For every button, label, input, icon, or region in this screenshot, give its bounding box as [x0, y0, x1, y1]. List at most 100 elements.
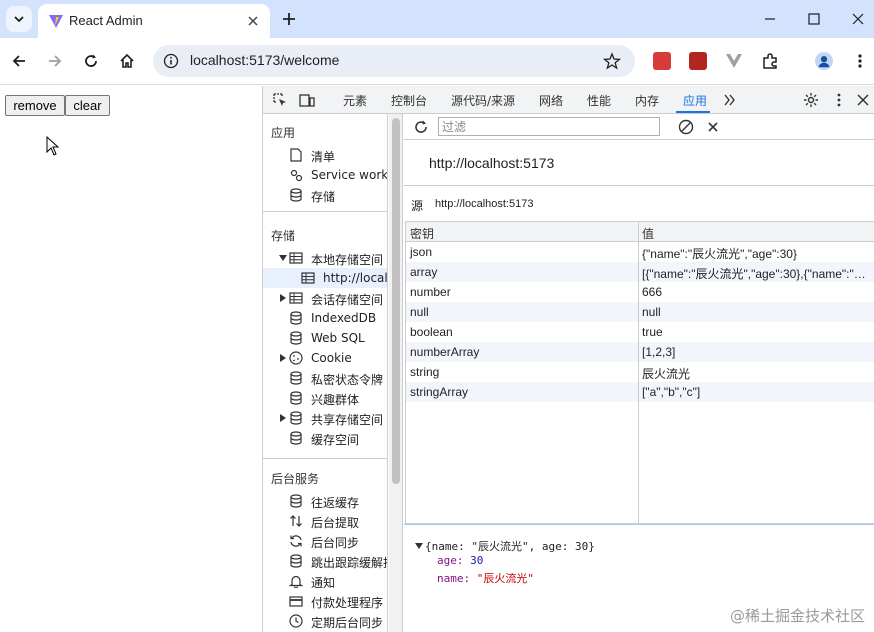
database-icon: [290, 494, 302, 508]
close-devtools-icon[interactable]: [855, 92, 871, 108]
back-arrow-icon[interactable]: [10, 52, 28, 70]
settings-gear-icon[interactable]: [803, 92, 819, 108]
extensions-puzzle-icon[interactable]: [761, 52, 779, 70]
tab-network[interactable]: 网络: [539, 92, 563, 109]
sidebar-item-local-storage[interactable]: 本地存储空间: [263, 248, 387, 268]
reload-icon[interactable]: [82, 52, 100, 70]
sidebar-item-cache-storage[interactable]: 缓存空间: [263, 428, 387, 448]
inspect-element-icon[interactable]: [272, 92, 288, 108]
sidebar-item-service-workers[interactable]: Service workers: [263, 165, 387, 185]
gears-icon: [290, 169, 303, 182]
cookie-icon: [289, 351, 303, 365]
address-bar[interactable]: localhost:5173/welcome: [153, 45, 635, 77]
sidebar-item-bounce-tracking[interactable]: 跳出跟踪缓解措施: [263, 551, 387, 571]
devtools-menu-icon[interactable]: [831, 92, 847, 108]
up-down-arrows-icon: [290, 515, 302, 527]
sidebar-item-background-sync[interactable]: 后台同步: [263, 531, 387, 551]
sidebar-item-indexeddb[interactable]: IndexedDB: [263, 308, 387, 328]
tab-application[interactable]: 应用: [683, 92, 707, 109]
sidebar-scrollbar-thumb[interactable]: [392, 118, 400, 484]
sidebar-item-payment-handler[interactable]: 付款处理程序: [263, 591, 387, 611]
sidebar-item-web-sql[interactable]: Web SQL: [263, 328, 387, 348]
sidebar-item-periodic-sync[interactable]: 定期后台同步: [263, 611, 387, 631]
sidebar-item-shared-storage[interactable]: 共享存储空间: [263, 408, 387, 428]
filter-input[interactable]: [438, 117, 660, 136]
grid-column-divider[interactable]: [638, 222, 639, 523]
table-row[interactable]: string 辰火流光: [406, 362, 874, 382]
more-tabs-chevron-icon[interactable]: [723, 94, 737, 106]
tab-console[interactable]: 控制台: [391, 92, 427, 109]
table-row[interactable]: numberArray [1,2,3]: [406, 342, 874, 362]
minimize-icon[interactable]: [761, 10, 779, 28]
section-title-storage: 存储: [271, 229, 296, 243]
expanded-triangle-icon[interactable]: [415, 542, 423, 550]
section-title-background-services: 后台服务: [271, 472, 320, 486]
clear-all-icon[interactable]: [678, 119, 694, 135]
database-icon: [290, 371, 302, 385]
storage-main-panel: http://localhost:5173 源 http://localhost…: [404, 114, 874, 632]
collapsed-triangle-icon[interactable]: [279, 414, 287, 422]
tab-elements[interactable]: 元素: [343, 92, 367, 109]
close-icon[interactable]: [246, 14, 260, 28]
collapsed-triangle-icon[interactable]: [279, 294, 287, 302]
chevron-down-icon: [14, 16, 24, 23]
delete-selected-icon[interactable]: [706, 120, 720, 134]
sidebar-item-background-fetch[interactable]: 后台提取: [263, 511, 387, 531]
window-close-icon[interactable]: [849, 10, 867, 28]
sidebar-scrollbar[interactable]: [389, 114, 403, 632]
table-icon: [289, 292, 303, 304]
expanded-triangle-icon[interactable]: [279, 254, 287, 262]
bell-icon: [289, 575, 303, 588]
sidebar-item-interest-groups[interactable]: 兴趣群体: [263, 388, 387, 408]
new-tab-icon[interactable]: [280, 10, 298, 28]
profile-avatar-icon[interactable]: [815, 52, 833, 70]
table-row[interactable]: boolean true: [406, 322, 874, 342]
sidebar-item-localhost-origin[interactable]: http://localhost:5173: [263, 268, 387, 288]
browser-tab-active[interactable]: React Admin: [38, 4, 270, 38]
tab-sources[interactable]: 源代码/来源: [451, 92, 515, 109]
tab-search-button[interactable]: [6, 6, 32, 32]
url-text[interactable]: localhost:5173/welcome: [190, 52, 339, 68]
column-header-key[interactable]: 密钥: [410, 225, 434, 242]
table-row[interactable]: number 666: [406, 282, 874, 302]
origin-label: 源: [411, 199, 424, 213]
sidebar-item-storage[interactable]: 存储: [263, 185, 387, 205]
table-row[interactable]: stringArray ["a","b","c"]: [406, 382, 874, 402]
preview-summary[interactable]: {name: "辰火流光", age: 30}: [425, 538, 595, 554]
translate-extension-icon[interactable]: [653, 52, 671, 70]
forward-arrow-icon[interactable]: [46, 52, 64, 70]
sidebar-item-notifications[interactable]: 通知: [263, 571, 387, 591]
table-row[interactable]: null null: [406, 302, 874, 322]
column-header-value[interactable]: 值: [642, 225, 654, 242]
info-icon[interactable]: [163, 53, 179, 69]
sidebar-item-private-state-tokens[interactable]: 私密状态令牌: [263, 368, 387, 388]
devtools-panel: 元素 控制台 源代码/来源 网络 性能 内存 应用 应用 清单 Service …: [262, 86, 874, 632]
page-content: remove clear: [0, 86, 262, 632]
sidebar-item-session-storage[interactable]: 会话存储空间: [263, 288, 387, 308]
origin-title: http://localhost:5173: [429, 155, 555, 171]
collapsed-triangle-icon[interactable]: [279, 354, 287, 362]
refresh-icon[interactable]: [413, 119, 429, 135]
tab-performance[interactable]: 性能: [587, 92, 611, 109]
sidebar-item-back-forward-cache[interactable]: 往返缓存: [263, 491, 387, 511]
table-row[interactable]: json {"name":"辰火流光","age":30}: [406, 242, 874, 262]
origin-header: http://localhost:5173: [404, 140, 874, 186]
section-title-application: 应用: [271, 126, 296, 140]
origin-value: http://localhost:5173: [435, 198, 534, 210]
vue-devtools-extension-icon[interactable]: [725, 52, 743, 70]
sidebar-item-manifest[interactable]: 清单: [263, 145, 387, 165]
more-vertical-icon[interactable]: [851, 52, 869, 70]
table-row[interactable]: array [{"name":"辰火流光","age":30},{"name":"…: [406, 262, 874, 282]
browser-toolbar: localhost:5173/welcome: [0, 38, 874, 85]
clear-button[interactable]: clear: [65, 95, 110, 116]
game-extension-icon[interactable]: [689, 52, 707, 70]
maximize-icon[interactable]: [805, 10, 823, 28]
remove-button[interactable]: remove: [5, 95, 65, 116]
tab-memory[interactable]: 内存: [635, 92, 659, 109]
device-toolbar-icon[interactable]: [299, 92, 315, 108]
database-icon: [290, 431, 302, 445]
home-icon[interactable]: [118, 52, 136, 70]
sidebar-item-cookie[interactable]: Cookie: [263, 348, 387, 368]
bookmark-star-icon[interactable]: [603, 52, 621, 70]
clock-icon: [289, 614, 303, 628]
